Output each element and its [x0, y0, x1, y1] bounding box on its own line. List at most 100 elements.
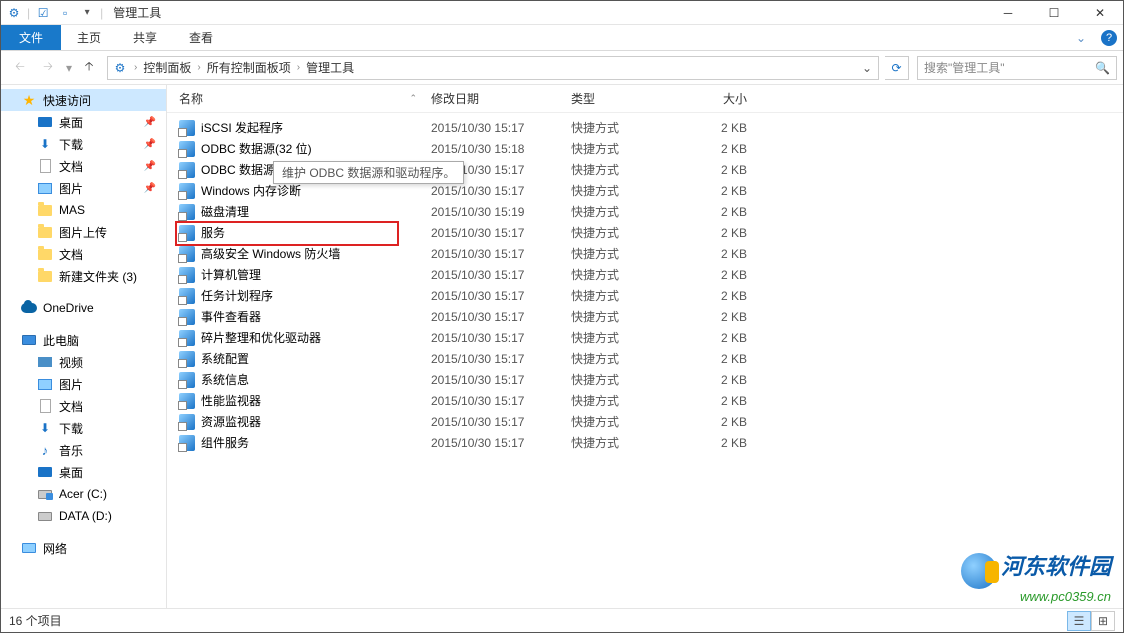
file-row[interactable]: iSCSI 发起程序2015/10/30 15:17快捷方式2 KB — [167, 117, 1123, 138]
sidebar-onedrive[interactable]: OneDrive — [1, 297, 166, 319]
file-size: 2 KB — [687, 289, 767, 303]
sidebar-item-新建文件夹 (3)[interactable]: 新建文件夹 (3) — [1, 265, 166, 287]
file-size: 2 KB — [687, 205, 767, 219]
sidebar-item-桌面[interactable]: 桌面📌 — [1, 111, 166, 133]
crumb-admin-tools[interactable]: 管理工具 — [304, 59, 356, 76]
file-row[interactable]: 碎片整理和优化驱动器2015/10/30 15:17快捷方式2 KB — [167, 327, 1123, 348]
file-type: 快捷方式 — [567, 224, 687, 241]
file-row[interactable]: 服务2015/10/30 15:17快捷方式2 KB — [167, 222, 1123, 243]
help-icon[interactable]: ? — [1095, 25, 1123, 50]
file-type: 快捷方式 — [567, 203, 687, 220]
refresh-button[interactable]: ⟳ — [885, 56, 909, 80]
file-row[interactable]: 计算机管理2015/10/30 15:17快捷方式2 KB — [167, 264, 1123, 285]
sidebar-item-MAS[interactable]: MAS — [1, 199, 166, 221]
sidebar-item-图片[interactable]: 图片 — [1, 373, 166, 395]
close-button[interactable]: ✕ — [1077, 1, 1123, 25]
file-row[interactable]: 资源监视器2015/10/30 15:17快捷方式2 KB — [167, 411, 1123, 432]
onedrive-icon — [21, 300, 37, 316]
sidebar-item-文档[interactable]: 文档📌 — [1, 155, 166, 177]
drive-icon — [37, 508, 53, 524]
file-size: 2 KB — [687, 352, 767, 366]
back-button[interactable]: 🡠 — [7, 55, 33, 81]
sidebar-item-视频[interactable]: 视频 — [1, 351, 166, 373]
file-name: Windows 内存诊断 — [201, 182, 301, 199]
file-row[interactable]: 组件服务2015/10/30 15:17快捷方式2 KB — [167, 432, 1123, 453]
file-row[interactable]: 性能监视器2015/10/30 15:17快捷方式2 KB — [167, 390, 1123, 411]
control-panel-icon[interactable]: ⚙ — [5, 4, 23, 22]
column-type[interactable]: 类型 — [567, 90, 687, 107]
file-type: 快捷方式 — [567, 266, 687, 283]
file-date: 2015/10/30 15:17 — [427, 373, 567, 387]
file-size: 2 KB — [687, 142, 767, 156]
tab-view[interactable]: 查看 — [173, 25, 229, 50]
sidebar-this-pc[interactable]: 此电脑 — [1, 329, 166, 351]
file-size: 2 KB — [687, 121, 767, 135]
crumb-all-items[interactable]: 所有控制面板项 — [205, 59, 293, 76]
file-date: 2015/10/30 15:19 — [427, 205, 567, 219]
sidebar-item-下载[interactable]: ⬇下载📌 — [1, 133, 166, 155]
chevron-right-icon[interactable]: › — [130, 62, 141, 73]
sidebar-item-文档[interactable]: 文档 — [1, 395, 166, 417]
crumb-control-panel[interactable]: 控制面板 — [141, 59, 193, 76]
file-tab[interactable]: 文件 — [1, 25, 61, 50]
shortcut-icon — [179, 225, 195, 241]
column-name[interactable]: 名称⌃ — [167, 90, 427, 107]
forward-button[interactable]: 🡢 — [35, 55, 61, 81]
expand-ribbon-icon[interactable]: ⌄ — [1067, 25, 1095, 50]
file-type: 快捷方式 — [567, 182, 687, 199]
sidebar-quick-access[interactable]: ★ 快速访问 — [1, 89, 166, 111]
sidebar-item-DATA (D:)[interactable]: DATA (D:) — [1, 505, 166, 527]
chevron-right-icon[interactable]: › — [193, 62, 204, 73]
sidebar-item-label: 网络 — [43, 540, 67, 557]
sidebar-item-图片上传[interactable]: 图片上传 — [1, 221, 166, 243]
file-row[interactable]: 事件查看器2015/10/30 15:17快捷方式2 KB — [167, 306, 1123, 327]
file-row[interactable]: 系统配置2015/10/30 15:17快捷方式2 KB — [167, 348, 1123, 369]
address-bar[interactable]: ⚙ › 控制面板 › 所有控制面板项 › 管理工具 ⌄ — [107, 56, 879, 80]
sidebar-item-音乐[interactable]: ♪音乐 — [1, 439, 166, 461]
column-date[interactable]: 修改日期 — [427, 90, 567, 107]
sidebar-item-Acer (C:)[interactable]: Acer (C:) — [1, 483, 166, 505]
sidebar-item-label: 下载 — [59, 136, 83, 153]
file-type: 快捷方式 — [567, 329, 687, 346]
properties-icon[interactable]: ☑ — [34, 4, 52, 22]
file-row[interactable]: 系统信息2015/10/30 15:17快捷方式2 KB — [167, 369, 1123, 390]
qat-dropdown-icon[interactable]: ▾ — [78, 4, 96, 22]
file-type: 快捷方式 — [567, 308, 687, 325]
file-row[interactable]: 磁盘清理2015/10/30 15:19快捷方式2 KB — [167, 201, 1123, 222]
search-input[interactable]: 搜索"管理工具" 🔍 — [917, 56, 1117, 80]
folder-icon[interactable]: ▫ — [56, 4, 74, 22]
folder-icon — [37, 246, 53, 262]
file-row[interactable]: ODBC 数据源(32 位)2015/10/30 15:18快捷方式2 KB — [167, 138, 1123, 159]
tab-home[interactable]: 主页 — [61, 25, 117, 50]
tab-share[interactable]: 共享 — [117, 25, 173, 50]
chevron-right-icon[interactable]: › — [293, 62, 304, 73]
sidebar-item-下载[interactable]: ⬇下载 — [1, 417, 166, 439]
maximize-button[interactable]: ☐ — [1031, 1, 1077, 25]
pic-icon — [37, 180, 53, 196]
file-size: 2 KB — [687, 226, 767, 240]
file-row[interactable]: 任务计划程序2015/10/30 15:17快捷方式2 KB — [167, 285, 1123, 306]
up-button[interactable]: 🡡 — [77, 56, 101, 80]
tooltip: 维护 ODBC 数据源和驱动程序。 — [273, 161, 464, 184]
details-view-button[interactable]: ☰ — [1067, 611, 1091, 631]
sort-asc-icon: ⌃ — [409, 93, 417, 104]
column-size[interactable]: 大小 — [687, 90, 767, 107]
sidebar-item-图片[interactable]: 图片📌 — [1, 177, 166, 199]
file-name: iSCSI 发起程序 — [201, 119, 283, 136]
separator: | — [27, 6, 30, 20]
search-icon[interactable]: 🔍 — [1095, 61, 1110, 75]
minimize-button[interactable]: ─ — [985, 1, 1031, 25]
icons-view-button[interactable]: ⊞ — [1091, 611, 1115, 631]
sidebar-item-桌面[interactable]: 桌面 — [1, 461, 166, 483]
file-row[interactable]: 高级安全 Windows 防火墙2015/10/30 15:17快捷方式2 KB — [167, 243, 1123, 264]
control-panel-icon[interactable]: ⚙ — [110, 61, 130, 75]
history-dropdown-icon[interactable]: ▾ — [63, 61, 75, 75]
sidebar-item-文档[interactable]: 文档 — [1, 243, 166, 265]
sidebar-network[interactable]: 网络 — [1, 537, 166, 559]
shortcut-icon — [179, 309, 195, 325]
folder-icon — [37, 268, 53, 284]
address-dropdown-icon[interactable]: ⌄ — [858, 61, 876, 75]
sidebar-item-label: 视频 — [59, 354, 83, 371]
separator: | — [100, 6, 103, 20]
file-name: 事件查看器 — [201, 308, 261, 325]
